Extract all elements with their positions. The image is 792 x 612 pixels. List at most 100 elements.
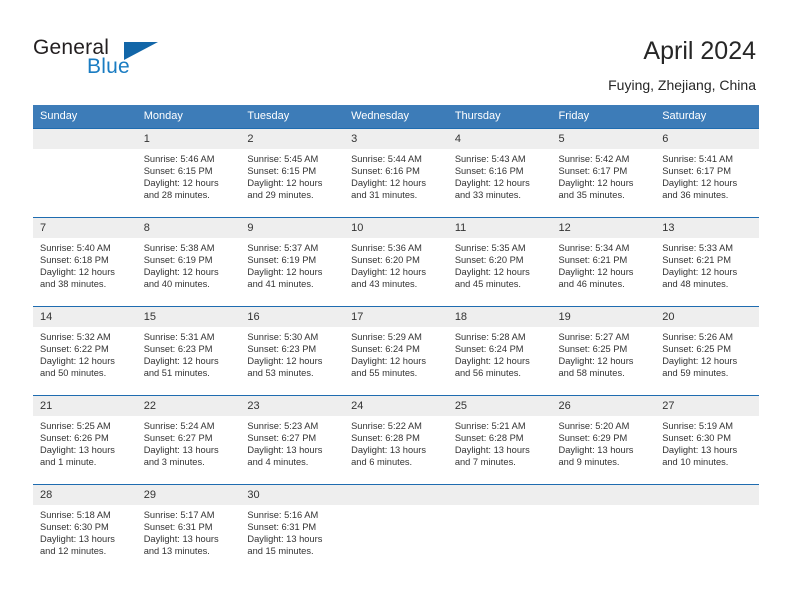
calendar-day-cell[interactable]: 17 Sunrise: 5:29 AM Sunset: 6:24 PM Dayligh… [344, 306, 448, 396]
day-details: Sunrise: 5:43 AM Sunset: 6:16 PM Daylight:… [448, 149, 552, 201]
page-header: General Blue April 2024 Fuying, Zhejiang… [0, 0, 792, 100]
weekday-header-friday: Friday [551, 105, 656, 129]
calendar-day-cell[interactable]: 4 Sunrise: 5:43 AM Sunset: 6:16 PM Daylight… [447, 128, 552, 218]
day-number: 8 [136, 218, 241, 238]
calendar-day-cell[interactable]: 9 Sunrise: 5:37 AM Sunset: 6:19 PM Daylight… [240, 217, 345, 307]
day-number: 28 [33, 485, 137, 505]
calendar-day-cell[interactable] [551, 484, 656, 569]
calendar-day-cell[interactable]: 27 Sunrise: 5:19 AM Sunset: 6:30 PM Dayligh… [655, 395, 759, 485]
calendar-day-cell[interactable]: 19 Sunrise: 5:27 AM Sunset: 6:25 PM Dayligh… [551, 306, 656, 396]
sunset-time: Sunset: 6:17 PM [662, 166, 731, 177]
calendar-day-cell[interactable]: 11 Sunrise: 5:35 AM Sunset: 6:20 PM Dayligh… [447, 217, 552, 307]
sunset-time: Sunset: 6:21 PM [662, 255, 731, 266]
calendar-day-cell[interactable] [344, 484, 448, 569]
calendar-day-cell[interactable]: 16 Sunrise: 5:30 AM Sunset: 6:23 PM Dayligh… [240, 306, 345, 396]
day-details [655, 505, 759, 509]
daylight-duration-line2: and 41 minutes. [247, 279, 314, 290]
sunset-time: Sunset: 6:25 PM [558, 344, 628, 355]
sunset-time: Sunset: 6:29 PM [558, 433, 628, 444]
weekday-header-saturday: Saturday [655, 105, 759, 129]
day-number [344, 485, 448, 505]
daylight-duration-line2: and 50 minutes. [40, 368, 107, 379]
day-details: Sunrise: 5:27 AM Sunset: 6:25 PM Daylight:… [552, 327, 656, 379]
day-number: 21 [33, 396, 137, 416]
calendar-day-cell[interactable]: 3 Sunrise: 5:44 AM Sunset: 6:16 PM Daylight… [344, 128, 448, 218]
day-details: Sunrise: 5:45 AM Sunset: 6:15 PM Daylight:… [240, 149, 344, 201]
calendar-day-cell[interactable]: 10 Sunrise: 5:36 AM Sunset: 6:20 PM Dayligh… [344, 217, 448, 307]
calendar-day-cell[interactable]: 30 Sunrise: 5:16 AM Sunset: 6:31 PM Dayligh… [240, 484, 345, 569]
weekday-header-wednesday: Wednesday [344, 105, 448, 129]
calendar-day-cell[interactable]: 6 Sunrise: 5:41 AM Sunset: 6:17 PM Daylight… [655, 128, 759, 218]
calendar-day-cell[interactable]: 13 Sunrise: 5:33 AM Sunset: 6:21 PM Dayligh… [655, 217, 759, 307]
calendar-day-cell[interactable] [33, 128, 137, 218]
sunset-time: Sunset: 6:19 PM [247, 255, 317, 266]
daylight-duration-line1: Daylight: 12 hours [143, 178, 219, 189]
calendar-day-cell[interactable]: 25 Sunrise: 5:21 AM Sunset: 6:28 PM Dayligh… [447, 395, 552, 485]
calendar-day-cell[interactable]: 12 Sunrise: 5:34 AM Sunset: 6:21 PM Dayligh… [551, 217, 656, 307]
day-details: Sunrise: 5:17 AM Sunset: 6:31 PM Daylight:… [137, 505, 241, 557]
calendar-day-cell[interactable]: 23 Sunrise: 5:23 AM Sunset: 6:27 PM Dayligh… [240, 395, 345, 485]
calendar-day-cell[interactable]: 20 Sunrise: 5:26 AM Sunset: 6:25 PM Dayligh… [655, 306, 759, 396]
day-details: Sunrise: 5:19 AM Sunset: 6:30 PM Daylight:… [655, 416, 759, 468]
sunrise-time: Sunrise: 5:19 AM [662, 421, 734, 431]
calendar-day-cell[interactable]: 29 Sunrise: 5:17 AM Sunset: 6:31 PM Dayligh… [136, 484, 241, 569]
daylight-duration-line2: and 3 minutes. [143, 457, 205, 468]
sunset-time: Sunset: 6:19 PM [143, 255, 213, 266]
day-cell-inner: 2 Sunrise: 5:45 AM Sunset: 6:15 PM Daylight… [240, 129, 345, 217]
day-cell-inner [447, 485, 552, 569]
daylight-duration-line1: Daylight: 12 hours [662, 267, 738, 278]
calendar-day-cell[interactable]: 18 Sunrise: 5:28 AM Sunset: 6:24 PM Dayligh… [447, 306, 552, 396]
day-cell-inner: 22 Sunrise: 5:24 AM Sunset: 6:27 PM Dayligh… [136, 396, 241, 484]
sunrise-time: Sunrise: 5:42 AM [558, 154, 630, 164]
daylight-duration-line1: Daylight: 13 hours [454, 445, 530, 456]
calendar-day-cell[interactable] [447, 484, 552, 569]
daylight-duration-line1: Daylight: 13 hours [143, 445, 219, 456]
calendar-day-cell[interactable]: 26 Sunrise: 5:20 AM Sunset: 6:29 PM Dayligh… [551, 395, 656, 485]
day-cell-inner [33, 129, 137, 217]
calendar-day-cell[interactable]: 15 Sunrise: 5:31 AM Sunset: 6:23 PM Dayligh… [136, 306, 241, 396]
calendar-day-cell[interactable] [655, 484, 759, 569]
calendar-day-cell[interactable]: 2 Sunrise: 5:45 AM Sunset: 6:15 PM Daylight… [240, 128, 345, 218]
sunrise-sunset-calendar: Sunday Monday Tuesday Wednesday Thursday… [33, 105, 759, 569]
day-details: Sunrise: 5:31 AM Sunset: 6:23 PM Daylight:… [137, 327, 241, 379]
day-details [448, 505, 552, 509]
general-blue-logo[interactable]: General Blue [33, 36, 213, 86]
sunset-time: Sunset: 6:15 PM [247, 166, 317, 177]
page-title: April 2024 [643, 37, 756, 65]
day-cell-inner: 21 Sunrise: 5:25 AM Sunset: 6:26 PM Dayligh… [33, 396, 137, 484]
calendar-day-cell[interactable]: 14 Sunrise: 5:32 AM Sunset: 6:22 PM Dayligh… [33, 306, 137, 396]
daylight-duration-line1: Daylight: 13 hours [40, 445, 115, 456]
daylight-duration-line2: and 4 minutes. [247, 457, 309, 468]
sunrise-time: Sunrise: 5:30 AM [247, 332, 319, 342]
day-cell-inner: 6 Sunrise: 5:41 AM Sunset: 6:17 PM Daylight… [655, 129, 759, 217]
daylight-duration-line1: Daylight: 12 hours [40, 356, 115, 367]
calendar-day-cell[interactable]: 21 Sunrise: 5:25 AM Sunset: 6:26 PM Dayligh… [33, 395, 137, 485]
calendar-day-cell[interactable]: 1 Sunrise: 5:46 AM Sunset: 6:15 PM Daylight… [136, 128, 241, 218]
day-cell-inner: 23 Sunrise: 5:23 AM Sunset: 6:27 PM Dayligh… [240, 396, 345, 484]
sunset-time: Sunset: 6:31 PM [143, 522, 213, 533]
day-cell-inner [655, 485, 759, 569]
calendar-day-cell[interactable]: 28 Sunrise: 5:18 AM Sunset: 6:30 PM Dayligh… [33, 484, 137, 569]
day-cell-inner: 27 Sunrise: 5:19 AM Sunset: 6:30 PM Dayligh… [655, 396, 759, 484]
day-cell-inner: 28 Sunrise: 5:18 AM Sunset: 6:30 PM Dayligh… [33, 485, 137, 569]
sunset-time: Sunset: 6:15 PM [143, 166, 213, 177]
day-cell-inner: 5 Sunrise: 5:42 AM Sunset: 6:17 PM Daylight… [551, 129, 656, 217]
day-number: 19 [551, 307, 656, 327]
daylight-duration-line1: Daylight: 13 hours [247, 445, 323, 456]
calendar-day-cell[interactable]: 24 Sunrise: 5:22 AM Sunset: 6:28 PM Dayligh… [344, 395, 448, 485]
daylight-duration-line2: and 10 minutes. [662, 457, 729, 468]
calendar-day-cell[interactable]: 5 Sunrise: 5:42 AM Sunset: 6:17 PM Daylight… [551, 128, 656, 218]
day-cell-inner: 25 Sunrise: 5:21 AM Sunset: 6:28 PM Dayligh… [447, 396, 552, 484]
sunrise-time: Sunrise: 5:43 AM [454, 154, 526, 164]
sunrise-time: Sunrise: 5:25 AM [40, 421, 111, 431]
calendar-day-cell[interactable]: 8 Sunrise: 5:38 AM Sunset: 6:19 PM Daylight… [136, 217, 241, 307]
calendar-day-cell[interactable]: 22 Sunrise: 5:24 AM Sunset: 6:27 PM Dayligh… [136, 395, 241, 485]
daylight-duration-line1: Daylight: 12 hours [662, 356, 738, 367]
calendar-week-row: 28 Sunrise: 5:18 AM Sunset: 6:30 PM Dayligh… [33, 484, 759, 569]
day-number: 1 [136, 129, 241, 149]
sunrise-time: Sunrise: 5:20 AM [558, 421, 630, 431]
day-number: 26 [551, 396, 656, 416]
daylight-duration-line1: Daylight: 12 hours [454, 267, 530, 278]
day-details: Sunrise: 5:33 AM Sunset: 6:21 PM Daylight:… [655, 238, 759, 290]
calendar-day-cell[interactable]: 7 Sunrise: 5:40 AM Sunset: 6:18 PM Daylight… [33, 217, 137, 307]
